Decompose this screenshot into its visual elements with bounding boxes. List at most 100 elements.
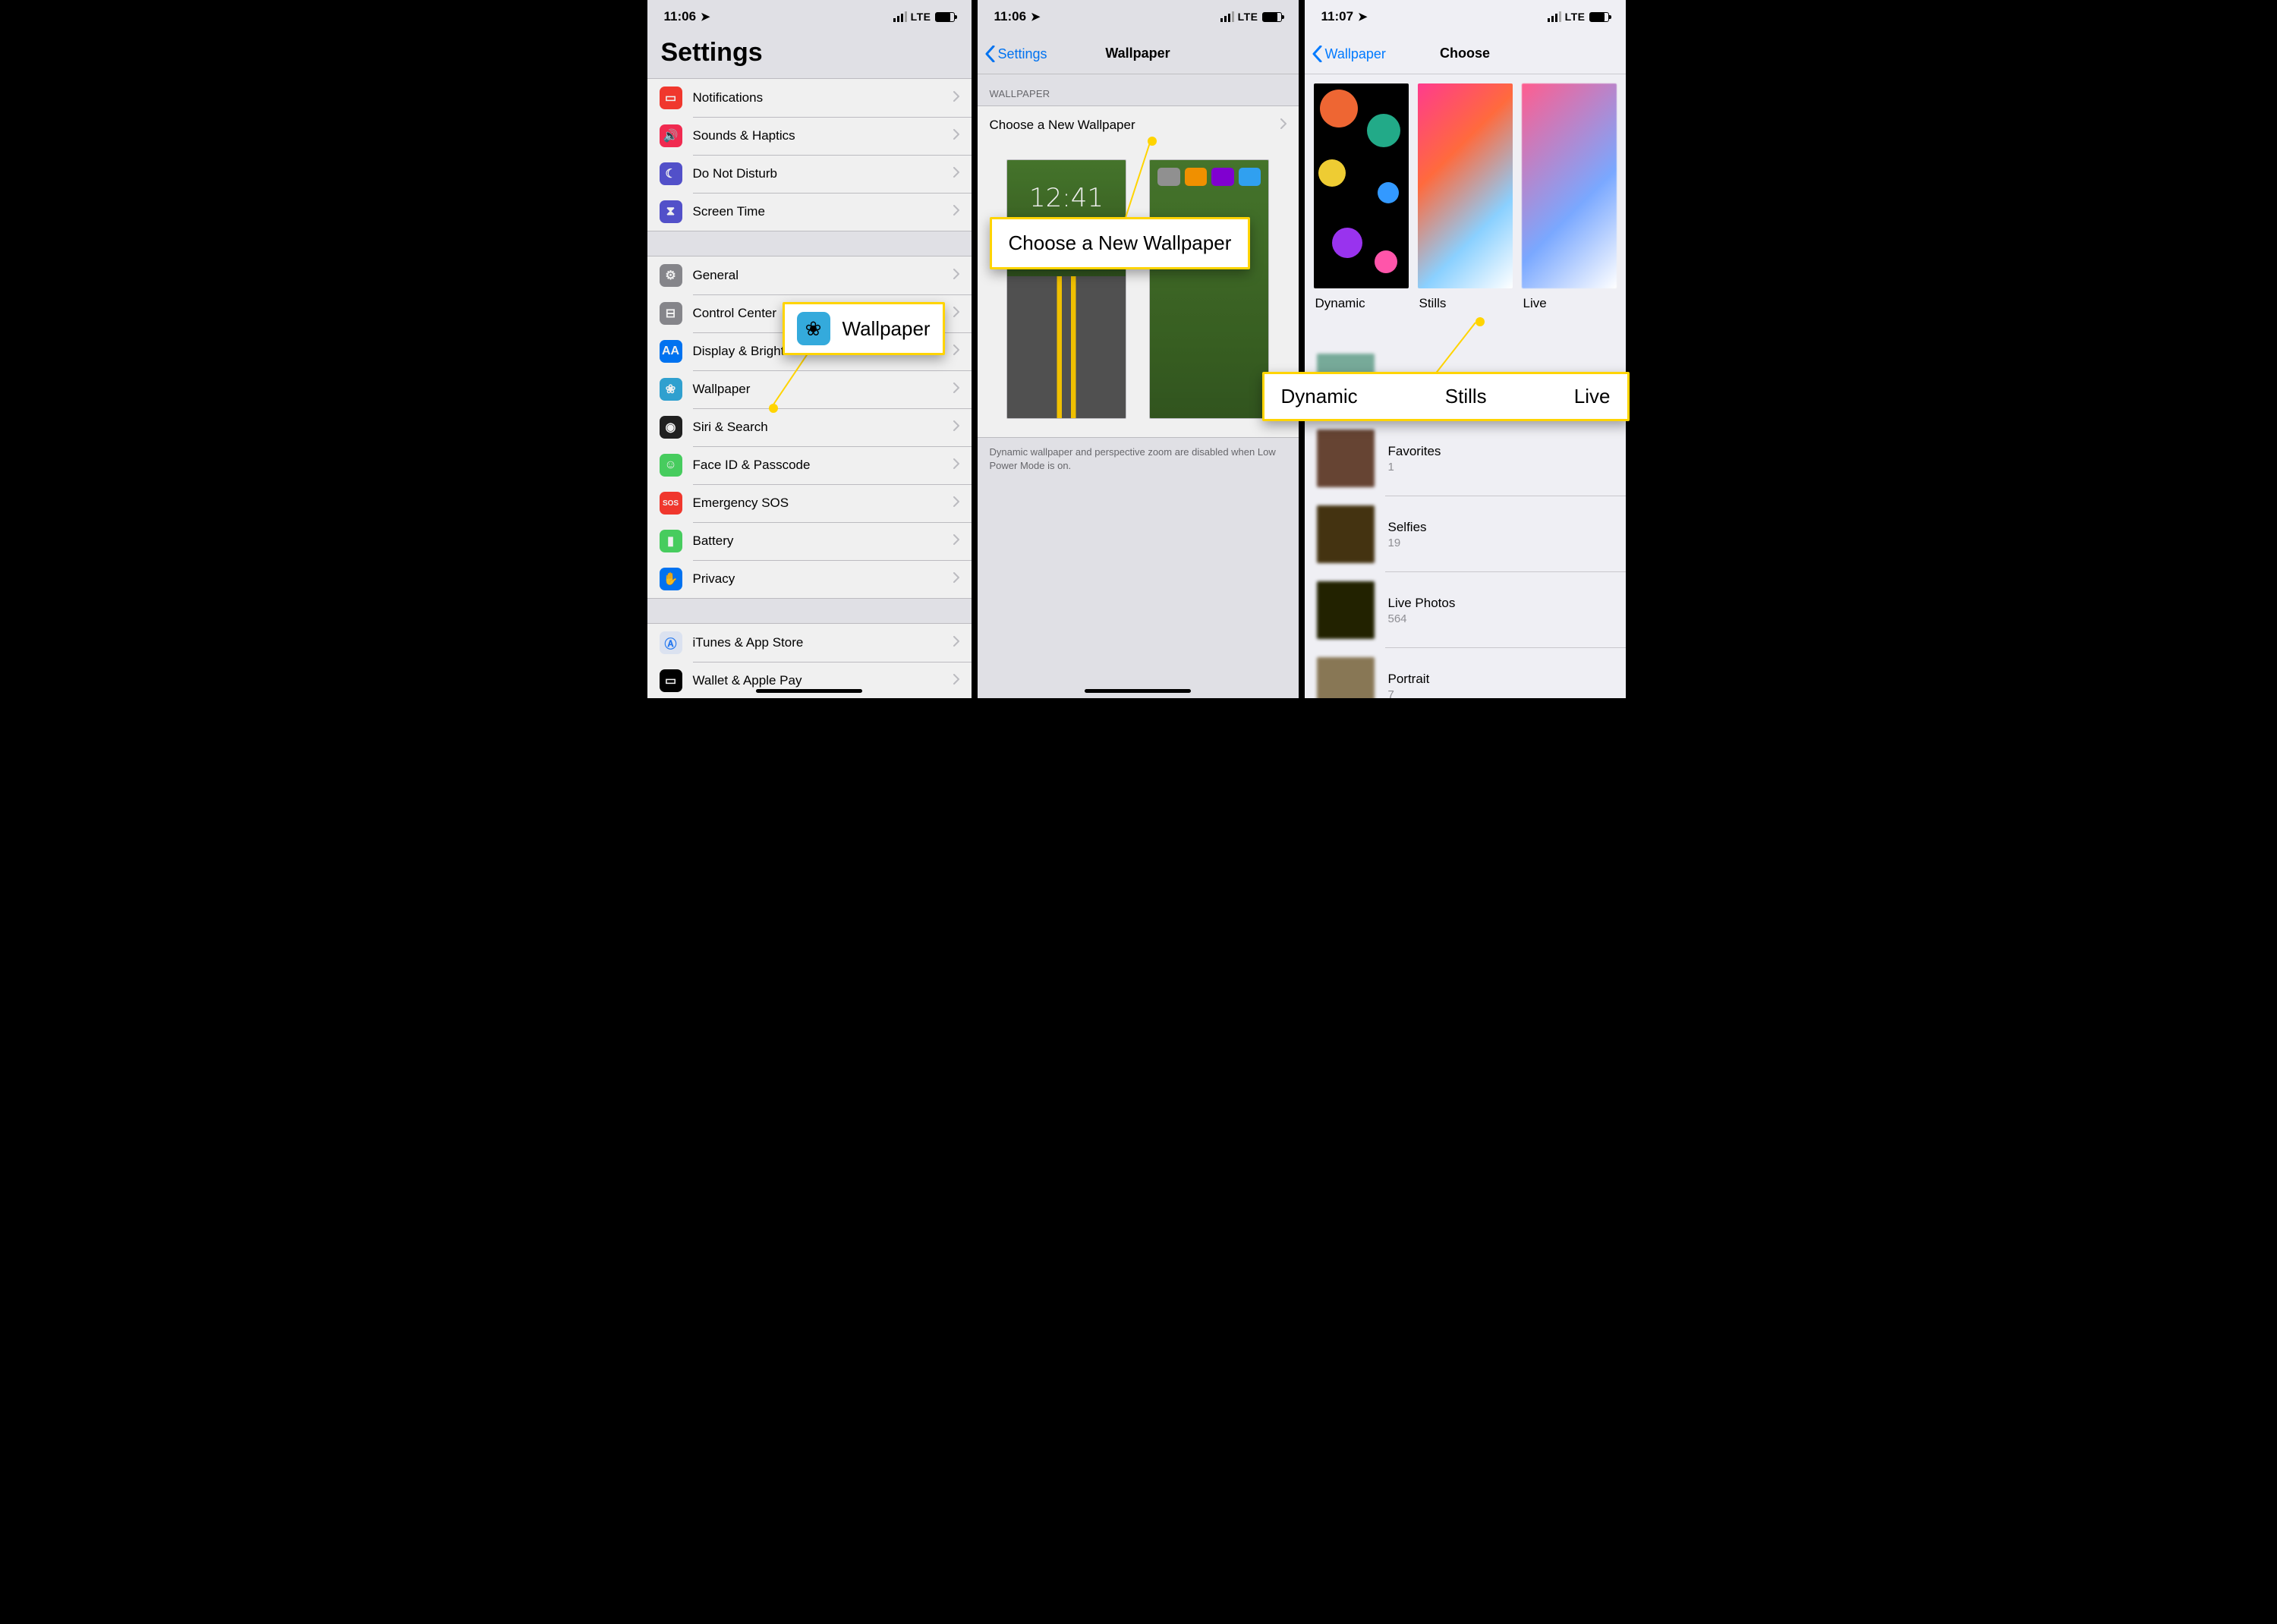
privacy-icon: ✋ bbox=[660, 568, 682, 590]
album-text: Live Photos564 bbox=[1388, 596, 1614, 625]
clock: 11:06 bbox=[664, 9, 697, 24]
signal-bars-icon bbox=[1220, 11, 1234, 22]
home-indicator[interactable] bbox=[1085, 689, 1191, 693]
controlcenter-icon: ⊟ bbox=[660, 302, 682, 325]
album-row-self[interactable]: Selfies19 bbox=[1305, 496, 1626, 572]
battery-icon: ▮ bbox=[660, 530, 682, 552]
settings-row-general[interactable]: ⚙ General bbox=[647, 257, 972, 294]
location-arrow-icon: ➤ bbox=[1031, 10, 1041, 24]
category-dynamic[interactable]: Dynamic bbox=[1314, 83, 1409, 311]
chevron-right-icon bbox=[953, 91, 959, 105]
chevron-right-icon bbox=[953, 129, 959, 143]
row-label: Notifications bbox=[693, 90, 953, 105]
notifications-icon: ▭ bbox=[660, 87, 682, 109]
clock: 11:06 bbox=[994, 9, 1027, 24]
home-indicator[interactable] bbox=[756, 689, 862, 693]
battery-icon bbox=[935, 12, 955, 22]
settings-row-siri[interactable]: ◉ Siri & Search bbox=[647, 408, 972, 446]
settings-group: ⒶiTunes & App Store ▭ Wallet & Apple Pay bbox=[647, 623, 972, 698]
settings-row-screentime[interactable]: ⧗ Screen Time bbox=[647, 193, 972, 231]
wallpaper-icon: ❀ bbox=[797, 312, 830, 345]
album-text: Portrait7 bbox=[1388, 672, 1614, 699]
album-thumb bbox=[1317, 657, 1375, 698]
clock: 11:07 bbox=[1321, 9, 1354, 24]
nav-title: Choose bbox=[1440, 46, 1490, 61]
callout-choose-new: Choose a New Wallpaper bbox=[990, 217, 1251, 269]
general-icon: ⚙ bbox=[660, 264, 682, 287]
chevron-right-icon bbox=[953, 269, 959, 283]
settings-row-battery[interactable]: ▮ Battery bbox=[647, 522, 972, 560]
album-row-portrait[interactable]: Portrait7 bbox=[1305, 648, 1626, 698]
dnd-icon: ☾ bbox=[660, 162, 682, 185]
row-label: Sounds & Haptics bbox=[693, 128, 953, 143]
album-row-livep[interactable]: Live Photos564 bbox=[1305, 572, 1626, 648]
itunes-icon: Ⓐ bbox=[660, 631, 682, 654]
back-button[interactable]: Settings bbox=[985, 33, 1047, 74]
siri-icon: ◉ bbox=[660, 416, 682, 439]
wallpaper-previews: 12:41 bbox=[978, 144, 1299, 437]
choose-new-wallpaper-row[interactable]: Choose a New Wallpaper bbox=[978, 106, 1299, 144]
settings-group: ▭ Notifications 🔊Sounds & Haptics☾Do Not D… bbox=[647, 78, 972, 231]
settings-row-notifications[interactable]: ▭ Notifications bbox=[647, 79, 972, 117]
status-bar: 11:06 ➤ LTE bbox=[978, 0, 1299, 33]
album-row-fav[interactable]: Favorites1 bbox=[1305, 420, 1626, 496]
signal-bars-icon bbox=[893, 11, 907, 22]
category-label: Stills bbox=[1418, 288, 1513, 311]
settings-row-dnd[interactable]: ☾Do Not Disturb bbox=[647, 155, 972, 193]
settings-row-wallpaper[interactable]: ❀ Wallpaper bbox=[647, 370, 972, 408]
chevron-right-icon bbox=[1280, 118, 1287, 133]
row-label: Battery bbox=[693, 533, 953, 549]
nav-bar: Settings Wallpaper bbox=[978, 33, 1299, 74]
network-label: LTE bbox=[1238, 11, 1258, 23]
screen-settings: 11:06 ➤ LTE Settings ▭Notifications🔊Soun… bbox=[647, 0, 975, 698]
wallpaper-category-grid: Dynamic Stills Live bbox=[1305, 74, 1626, 320]
row-label: General bbox=[693, 268, 953, 283]
display-icon: AA bbox=[660, 340, 682, 363]
row-label: Screen Time bbox=[693, 204, 953, 219]
category-stills[interactable]: Stills bbox=[1418, 83, 1513, 311]
homescreen-preview[interactable] bbox=[1149, 159, 1269, 419]
chevron-left-icon bbox=[985, 46, 995, 62]
annotation-dot bbox=[769, 404, 778, 413]
screentime-icon: ⧗ bbox=[660, 200, 682, 223]
chevron-right-icon bbox=[953, 534, 959, 549]
location-arrow-icon: ➤ bbox=[701, 10, 710, 24]
chevron-right-icon bbox=[953, 205, 959, 219]
nav-title: Wallpaper bbox=[1105, 46, 1170, 61]
settings-row-faceid[interactable]: ☺Face ID & Passcode bbox=[647, 446, 972, 484]
settings-row-itunes[interactable]: ⒶiTunes & App Store bbox=[647, 624, 972, 662]
wallpaper-icon: ❀ bbox=[660, 378, 682, 401]
status-bar: 11:07 ➤ LTE bbox=[1305, 0, 1626, 33]
three-up-container: 11:06 ➤ LTE Settings ▭ Notifications 🔊Soun… bbox=[647, 0, 1630, 698]
album-thumb bbox=[1317, 581, 1375, 639]
chevron-right-icon bbox=[953, 345, 959, 359]
settings-row-sounds[interactable]: 🔊Sounds & Haptics bbox=[647, 117, 972, 155]
screen-wallpaper: 11:06 ➤ LTE Settings Wallpaper WALLPAPER… bbox=[975, 0, 1302, 698]
signal-bars-icon bbox=[1548, 11, 1561, 22]
lockscreen-preview[interactable]: 12:41 bbox=[1006, 159, 1126, 419]
section-header: WALLPAPER bbox=[978, 74, 1299, 105]
wallet-icon: ▭ bbox=[660, 669, 682, 692]
settings-row-privacy[interactable]: ✋Privacy bbox=[647, 560, 972, 598]
chevron-left-icon bbox=[1312, 46, 1322, 62]
row-label: Wallpaper bbox=[693, 382, 953, 397]
callout-wallpaper: ❀ Wallpaper bbox=[783, 302, 945, 355]
settings-scroll[interactable]: Settings ▭ Notifications 🔊Sounds & Haptics… bbox=[647, 33, 972, 698]
page-title: Settings bbox=[647, 33, 972, 78]
category-live[interactable]: Live bbox=[1522, 83, 1617, 311]
chevron-right-icon bbox=[953, 382, 959, 397]
row-label: Siri & Search bbox=[693, 420, 953, 435]
row-label: Wallet & Apple Pay bbox=[693, 673, 953, 688]
back-button[interactable]: Wallpaper bbox=[1312, 33, 1386, 74]
album-thumb bbox=[1317, 505, 1375, 563]
footer-note: Dynamic wallpaper and perspective zoom a… bbox=[978, 438, 1299, 472]
row-label: Emergency SOS bbox=[693, 496, 953, 511]
chevron-right-icon bbox=[953, 496, 959, 511]
settings-row-sos[interactable]: SOSEmergency SOS bbox=[647, 484, 972, 522]
chevron-right-icon bbox=[953, 420, 959, 435]
network-label: LTE bbox=[1565, 11, 1586, 23]
category-label: Dynamic bbox=[1314, 288, 1409, 311]
annotation-dot bbox=[1148, 137, 1157, 146]
faceid-icon: ☺ bbox=[660, 454, 682, 477]
chevron-right-icon bbox=[953, 636, 959, 650]
